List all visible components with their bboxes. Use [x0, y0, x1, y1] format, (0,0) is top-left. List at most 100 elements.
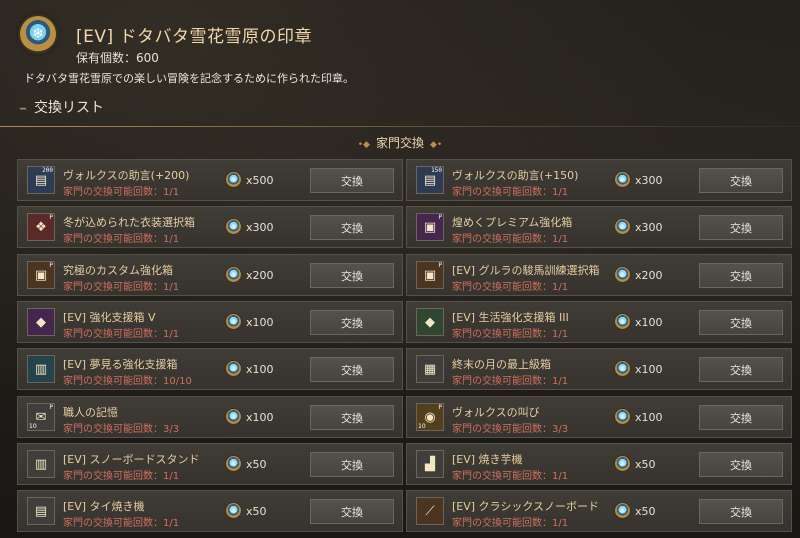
ornament-right-icon: ◆•: [430, 140, 443, 150]
seal-currency-icon: ❄: [226, 314, 241, 329]
exchange-limit: 家門の交換可能回数：1/1: [452, 376, 569, 387]
exchange-limit: 家門の交換可能回数：1/1: [63, 282, 180, 293]
owned-count: 保有個数：600: [76, 51, 159, 65]
snowflake-seal-icon: ❄: [20, 16, 56, 52]
seal-currency-icon: ❄: [615, 172, 630, 187]
exchange-limit: 家門の交換可能回数：1/1: [63, 471, 180, 482]
exchange-button[interactable]: 交換: [699, 168, 783, 193]
snowboard-icon[interactable]: ⟋: [416, 497, 444, 525]
exchange-button[interactable]: 交換: [699, 263, 783, 288]
exchange-row: ▤ 150 ヴォルクスの助言(+150) 家門の交換可能回数：1/1 ❄ x300 交換: [406, 159, 792, 201]
item-glyph: ▥: [34, 456, 48, 472]
ornament-left-icon: •◆: [357, 140, 370, 150]
exchange-limit: 家門の交換可能回数：1/1: [63, 234, 180, 245]
cost-amount: x300: [635, 221, 663, 234]
seal-currency-icon: ❄: [226, 219, 241, 234]
exchange-row: ⟋ [EV] クラシックスノーボード 家門の交換可能回数：1/1 ❄ x50 交換: [406, 490, 792, 532]
premium-box-icon[interactable]: ▣ P: [416, 213, 444, 241]
divider: [0, 126, 800, 127]
volks-cry-icon[interactable]: ◉ P 10: [416, 403, 444, 431]
seal-currency-icon: ❄: [615, 409, 630, 424]
seal-currency-icon: ❄: [615, 314, 630, 329]
support-box-v-icon[interactable]: ◆: [27, 308, 55, 336]
item-name: [EV] 焼き芋機: [452, 453, 523, 466]
exchange-button[interactable]: 交換: [310, 168, 394, 193]
cost-amount: x100: [635, 363, 663, 376]
item-title: [EV] ドタバタ雪花雪原の印章: [76, 27, 313, 47]
seal-currency-icon: ❄: [226, 361, 241, 376]
seal-currency-icon: ❄: [226, 172, 241, 187]
volks-advice-150-icon[interactable]: ▤ 150: [416, 166, 444, 194]
exchange-button[interactable]: 交換: [310, 499, 394, 524]
exchange-button[interactable]: 交換: [310, 452, 394, 477]
exchange-row: ▥ [EV] 夢見る強化支援箱 家門の交換可能回数：10/10 ❄ x100 交換: [17, 348, 403, 390]
outfit-box-icon[interactable]: ❖ P: [27, 213, 55, 241]
exchange-button[interactable]: 交換: [699, 452, 783, 477]
snowboard-stand-icon[interactable]: ▥: [27, 450, 55, 478]
custom-box-icon[interactable]: ▣ P: [27, 261, 55, 289]
exchange-button[interactable]: 交換: [699, 357, 783, 382]
exchange-button[interactable]: 交換: [699, 405, 783, 430]
item-grade-label: P: [49, 404, 53, 411]
item-glyph: ✉: [35, 409, 47, 425]
exchange-limit: 家門の交換可能回数：1/1: [63, 518, 180, 529]
sweet-potato-roaster-icon[interactable]: ▟: [416, 450, 444, 478]
cost-amount: x50: [246, 458, 267, 471]
artisan-memory-icon[interactable]: ✉ P 10: [27, 403, 55, 431]
exchange-row: ▦ 終末の月の最上級箱 家門の交換可能回数：1/1 ❄ x100 交換: [406, 348, 792, 390]
item-glyph: ▤: [34, 172, 48, 188]
taiyaki-machine-icon[interactable]: ▤: [27, 497, 55, 525]
exchange-limit: 家門の交換可能回数：3/3: [63, 424, 180, 435]
item-name: 究極のカスタム強化箱: [63, 264, 173, 277]
life-support-box-icon[interactable]: ◆: [416, 308, 444, 336]
volks-advice-200-icon[interactable]: ▤ 200: [27, 166, 55, 194]
exchange-row: ◆ [EV] 生活強化支援箱 III 家門の交換可能回数：1/1 ❄ x100 交換: [406, 301, 792, 343]
item-name: [EV] グルラの駿馬訓練選択箱: [452, 264, 600, 277]
horse-training-box-icon[interactable]: ▣ P: [416, 261, 444, 289]
item-glyph: ❖: [35, 219, 47, 235]
item-glyph: ⟋: [425, 503, 435, 519]
item-name: [EV] 夢見る強化支援箱: [63, 358, 178, 371]
exchange-button[interactable]: 交換: [699, 310, 783, 335]
item-name: [EV] タイ焼き機: [63, 500, 145, 513]
exchange-button[interactable]: 交換: [699, 499, 783, 524]
exchange-limit: 家門の交換可能回数：1/1: [452, 187, 569, 198]
dash-icon: ━: [20, 104, 27, 115]
exchange-limit: 家門の交換可能回数：1/1: [63, 329, 180, 340]
seal-currency-icon: ❄: [615, 361, 630, 376]
exchange-row: ❖ P 冬が込められた衣装選択箱 家門の交換可能回数：1/1 ❄ x300 交換: [17, 206, 403, 248]
item-grade-label: P: [438, 262, 442, 269]
exchange-limit: 家門の交換可能回数：1/1: [452, 234, 569, 245]
exchange-limit: 家門の交換可能回数：3/3: [452, 424, 569, 435]
item-grade-label: 150: [431, 167, 442, 174]
cost-amount: x200: [246, 269, 274, 282]
exchange-button[interactable]: 交換: [310, 405, 394, 430]
exchange-row: ✉ P 10 職人の記憶 家門の交換可能回数：3/3 ❄ x100 交換: [17, 396, 403, 438]
item-grade-label: 200: [42, 167, 53, 174]
exchange-row: ▤ [EV] タイ焼き機 家門の交換可能回数：1/1 ❄ x50 交換: [17, 490, 403, 532]
dream-support-box-icon[interactable]: ▥: [27, 355, 55, 383]
item-name: ヴォルクスの叫び: [452, 406, 540, 419]
exchange-button[interactable]: 交換: [310, 357, 394, 382]
exchange-button[interactable]: 交換: [699, 215, 783, 240]
cost-amount: x50: [635, 505, 656, 518]
seal-currency-icon: ❄: [615, 456, 630, 471]
cost-amount: x50: [246, 505, 267, 518]
seal-currency-icon: ❄: [615, 219, 630, 234]
exchange-button[interactable]: 交換: [310, 310, 394, 335]
item-name: 煌めくプレミアム強化箱: [452, 216, 573, 229]
seal-currency-icon: ❄: [615, 267, 630, 282]
item-glyph: ▤: [34, 503, 48, 519]
exchange-limit: 家門の交換可能回数：1/1: [452, 471, 569, 482]
item-glyph: ▦: [423, 361, 437, 377]
exchange-button[interactable]: 交換: [310, 215, 394, 240]
moon-box-icon[interactable]: ▦: [416, 355, 444, 383]
cost-amount: x100: [246, 363, 274, 376]
exchange-button[interactable]: 交換: [310, 263, 394, 288]
cost-amount: x100: [246, 316, 274, 329]
exchange-limit: 家門の交換可能回数：1/1: [452, 329, 569, 340]
item-glyph: ▟: [425, 456, 435, 472]
exchange-row: ◆ [EV] 強化支援箱 V 家門の交換可能回数：1/1 ❄ x100 交換: [17, 301, 403, 343]
cost-amount: x200: [635, 269, 663, 282]
item-name: 冬が込められた衣装選択箱: [63, 216, 195, 229]
